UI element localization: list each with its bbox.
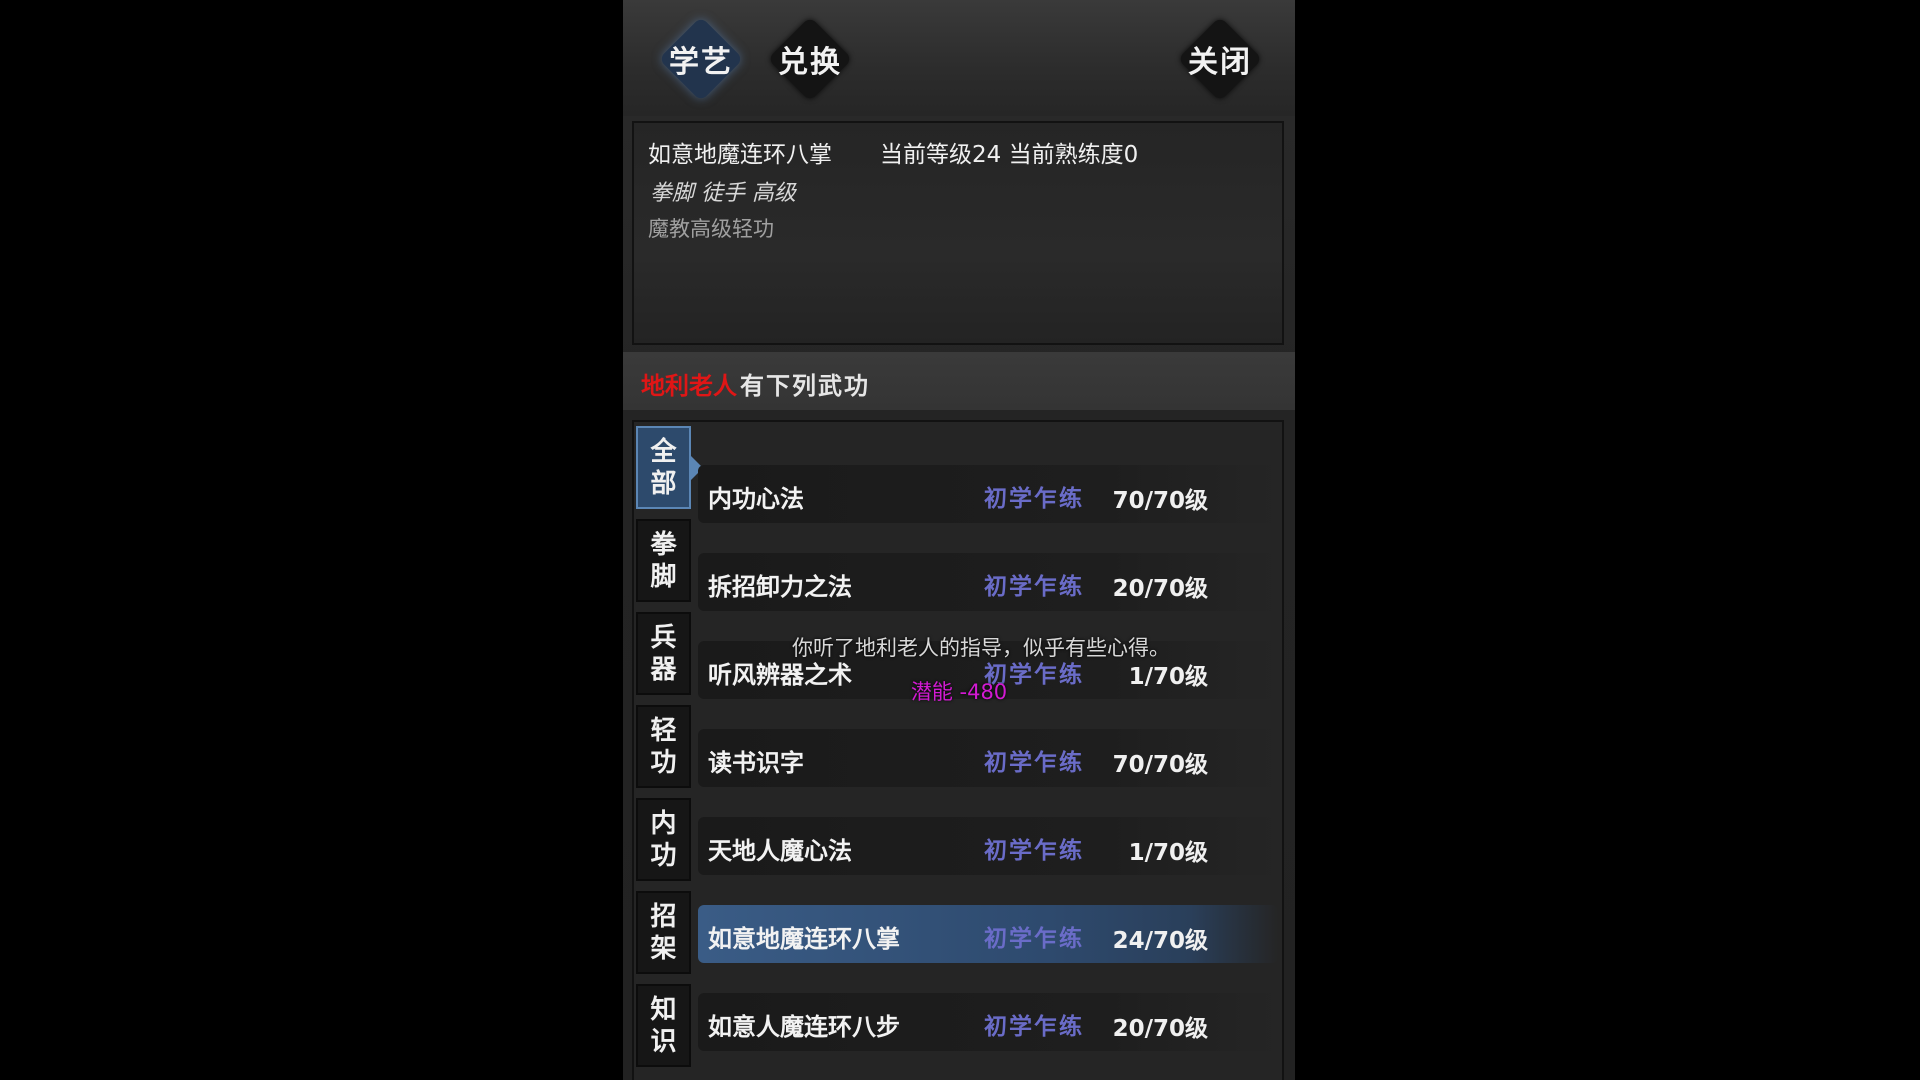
skill-row-level: 70/70级 bbox=[1112, 752, 1208, 778]
skill-description: 魔教高级轻功 bbox=[648, 217, 774, 241]
potential-change: 潜能 -480 bbox=[910, 680, 1008, 704]
skill-row-name: 如意地魔连环八掌 bbox=[708, 925, 900, 953]
category-all[interactable]: 全 部 bbox=[636, 426, 703, 509]
close-button[interactable]: 关闭 bbox=[1177, 16, 1263, 102]
skill-row-name: 拆招卸力之法 bbox=[708, 573, 852, 601]
tab-exchange-label: 兑换 bbox=[778, 45, 842, 80]
skill-level-text: 当前等级24 当前熟练度0 bbox=[880, 142, 1139, 168]
skill-info-box: 如意地魔连环八掌 当前等级24 当前熟练度0 拳脚 徒手 高级 魔教高级轻功 bbox=[632, 121, 1284, 345]
skill-row-stage: 初学乍练 bbox=[984, 1014, 1084, 1040]
skill-tags: 拳脚 徒手 高级 bbox=[650, 181, 796, 206]
skill-name: 如意地魔连环八掌 bbox=[648, 142, 832, 168]
skill-row-stage: 初学乍练 bbox=[984, 486, 1084, 512]
skill-row-level: 20/70级 bbox=[1112, 576, 1208, 602]
tab-exchange[interactable]: 兑换 bbox=[767, 16, 853, 102]
skill-row-stage: 初学乍练 bbox=[984, 926, 1084, 952]
skill-row-name: 天地人魔心法 bbox=[708, 837, 852, 865]
skill-row-level: 70/70级 bbox=[1112, 488, 1208, 514]
skill-row-name: 如意人魔连环八步 bbox=[708, 1013, 900, 1041]
category-internal[interactable]: 内 功 bbox=[636, 798, 691, 881]
skill-row[interactable]: 天地人魔心法 初学乍练 1/70级 bbox=[698, 817, 1278, 875]
skill-row-level: 1/70级 bbox=[1128, 840, 1208, 866]
master-name: 地利老人 bbox=[641, 372, 737, 400]
master-heading: 地利老人 有下列武功 bbox=[623, 352, 1295, 410]
guidance-message: 你听了地利老人的指导，似乎有些心得。 bbox=[792, 636, 1170, 660]
close-button-label: 关闭 bbox=[1188, 45, 1252, 80]
skill-row[interactable]: 内功心法 初学乍练 70/70级 bbox=[698, 465, 1278, 523]
tab-learn[interactable]: 学艺 bbox=[658, 16, 744, 102]
skill-row-name: 读书识字 bbox=[708, 749, 804, 777]
skill-row-stage: 初学乍练 bbox=[984, 574, 1084, 600]
header-bar: 学艺 兑换 关闭 bbox=[623, 0, 1295, 116]
skill-row-selected[interactable]: 如意地魔连环八掌 初学乍练 24/70级 bbox=[698, 905, 1278, 963]
skill-list-area: 全 部 拳 脚 兵 器 轻 功 内 功 招 架 知 识 内功心法 初学乍练 70… bbox=[632, 420, 1284, 1080]
category-parry[interactable]: 招 架 bbox=[636, 891, 691, 974]
skill-row-name: 内功心法 bbox=[708, 485, 804, 513]
category-lightness[interactable]: 轻 功 bbox=[636, 705, 691, 788]
skill-row[interactable]: 读书识字 初学乍练 70/70级 bbox=[698, 729, 1278, 787]
category-fist[interactable]: 拳 脚 bbox=[636, 519, 691, 602]
tab-learn-label: 学艺 bbox=[669, 45, 733, 80]
skill-row[interactable]: 如意人魔连环八步 初学乍练 20/70级 bbox=[698, 993, 1278, 1051]
skill-row-level: 24/70级 bbox=[1112, 928, 1208, 954]
skill-row-stage: 初学乍练 bbox=[984, 838, 1084, 864]
skill-row-level: 20/70级 bbox=[1112, 1016, 1208, 1042]
learn-skills-panel: 学艺 兑换 关闭 如意地魔连环八掌 当前等级24 当前熟练度0 拳脚 徒手 高级… bbox=[623, 0, 1295, 1080]
skill-row-stage: 初学乍练 bbox=[984, 750, 1084, 776]
skill-row[interactable]: 拆招卸力之法 初学乍练 20/70级 bbox=[698, 553, 1278, 611]
master-heading-suffix: 有下列武功 bbox=[740, 372, 870, 400]
category-knowledge[interactable]: 知 识 bbox=[636, 984, 691, 1067]
